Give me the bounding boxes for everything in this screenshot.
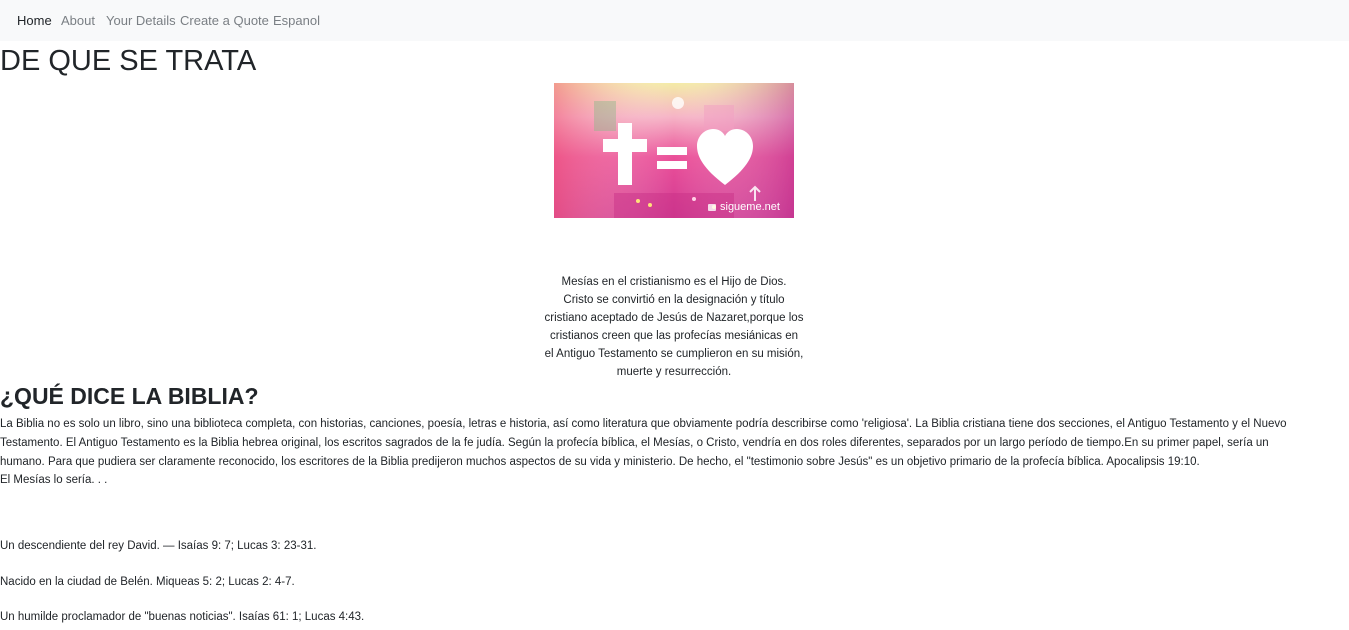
intro-line: Mesías en el cristianismo es el Hijo de … (561, 276, 787, 288)
nav-link-about[interactable]: About (61, 13, 95, 29)
bible-paragraph-line: humano. Para que pudiera ser claramente … (0, 456, 1200, 468)
bible-paragraph-line: Testamento. El Antiguo Testamento es la … (0, 437, 1269, 449)
intro-line: el Antiguo Testamento se cumplieron en s… (544, 348, 804, 360)
cross-equals-heart-illustration (554, 83, 794, 218)
prophecy-item: Un humilde proclamador de "buenas notici… (0, 611, 365, 623)
nav-link-your-details[interactable]: Your Details (106, 13, 176, 29)
intro-line: muerte y resurrección. (616, 366, 732, 378)
top-navbar: Home About Your Details Create a Quote E… (0, 0, 1349, 41)
bible-paragraph-line: El Mesías lo sería. . . (0, 474, 108, 486)
prophecy-item: Un descendiente del rey David. — Isaías … (0, 540, 317, 552)
nav-link-create-quote[interactable]: Create a Quote (180, 13, 269, 29)
intro-text: Mesías en el cristianismo es el Hijo de … (524, 273, 824, 381)
hero-image: sigueme.net (554, 83, 794, 218)
page-title: DE QUE SE TRATA (0, 45, 257, 77)
intro-line: cristianos creen que las profecías mesiá… (549, 330, 798, 342)
bible-paragraph-line: La Biblia no es solo un libro, sino una … (0, 418, 1287, 430)
intro-line: cristiano aceptado de Jesús de Nazaret,p… (544, 312, 804, 324)
intro-line: Cristo se convirtió en la designación y … (563, 294, 785, 306)
hero-watermark: sigueme.net (720, 201, 780, 213)
nav-link-home[interactable]: Home (17, 13, 52, 29)
section-heading: ¿QUÉ DICE LA BIBLIA? (0, 383, 259, 409)
nav-link-espanol[interactable]: Espanol (273, 13, 320, 29)
prophecy-item: Nacido en la ciudad de Belén. Miqueas 5:… (0, 576, 295, 588)
